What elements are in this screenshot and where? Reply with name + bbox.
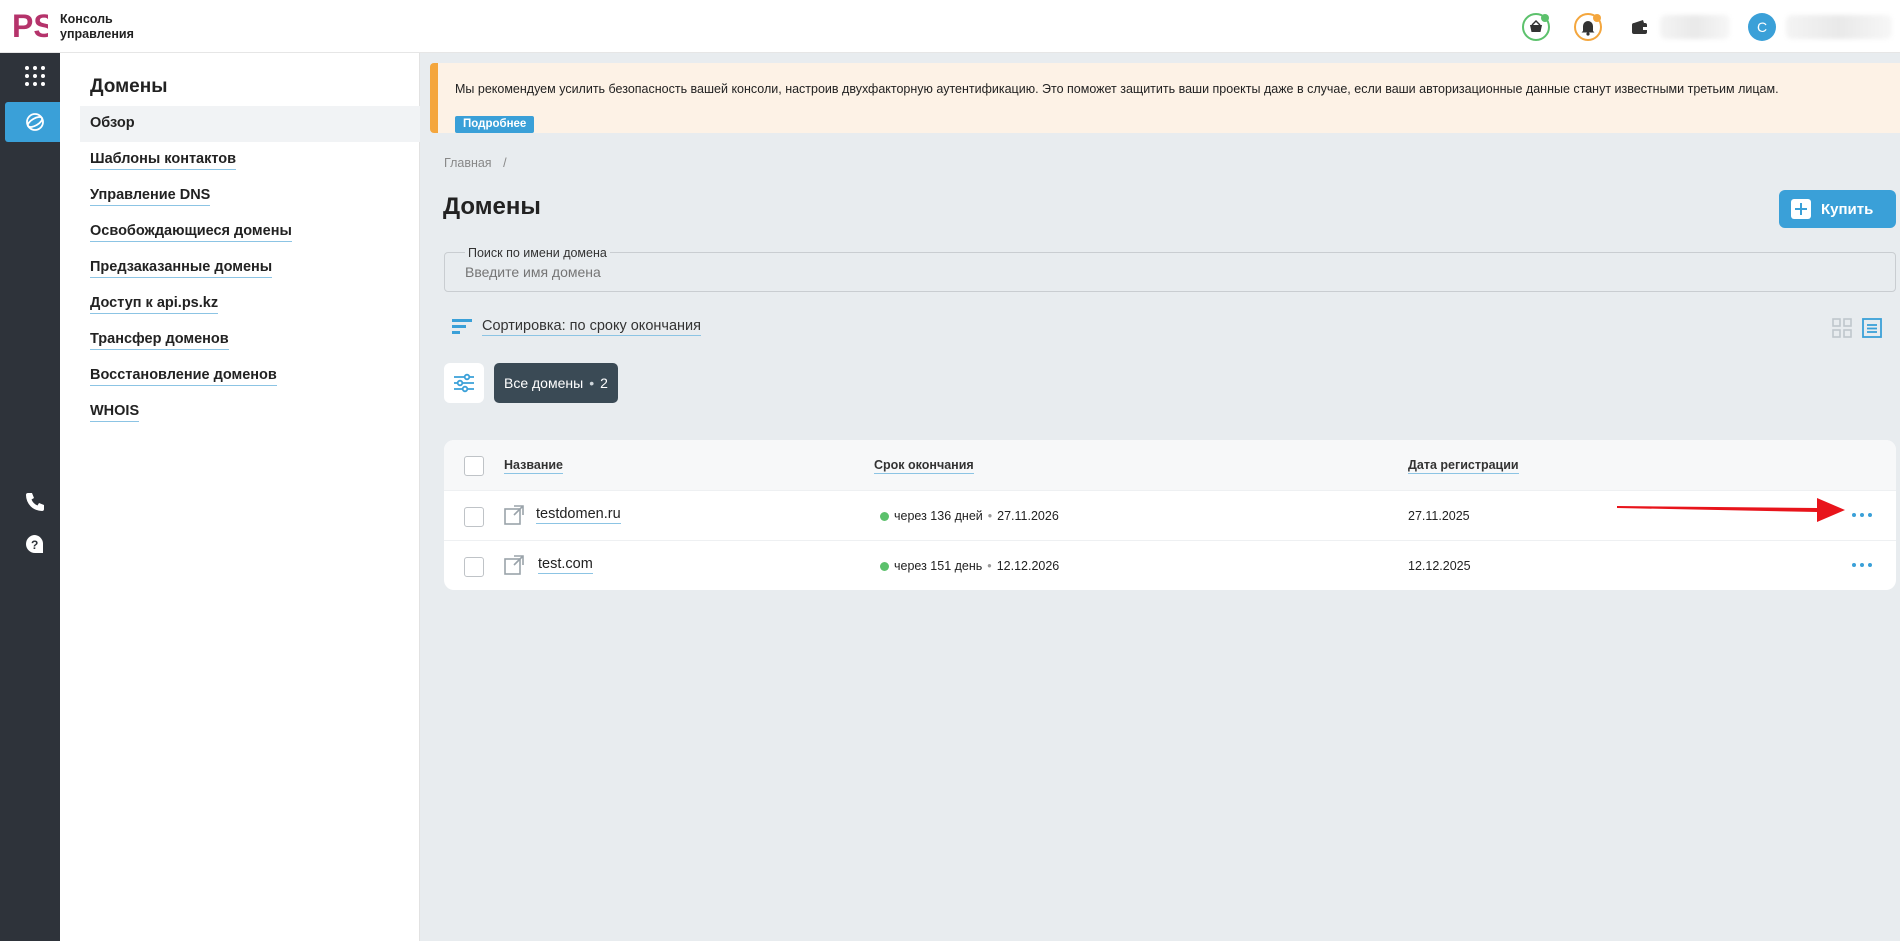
help-icon: ? (25, 535, 43, 553)
sidebar-item-label: Восстановление доменов (90, 367, 277, 386)
buy-button-label: Купить (1821, 200, 1874, 218)
expiry-cell: через 151 день • 12.12.2026 (880, 559, 1059, 573)
app-title-line2: управления (60, 27, 134, 41)
expiry-date: 12.12.2026 (996, 559, 1060, 573)
table-header: Название Срок окончания Дата регистрации (444, 440, 1896, 490)
sidebar-item-expiring[interactable]: Освобождающиеся домены (80, 214, 420, 250)
svg-text:?: ? (31, 538, 38, 552)
cart-status-dot (1541, 14, 1549, 22)
sidebar-item-label: Освобождающиеся домены (90, 223, 292, 242)
wallet-button[interactable] (1630, 18, 1650, 36)
ps-logo[interactable]: PS (12, 9, 48, 41)
breadcrumb-home[interactable]: Главная (444, 156, 492, 170)
breadcrumb: Главная / (444, 156, 507, 170)
app-title-line1: Консоль (60, 12, 113, 26)
sidebar-item-label: Предзаказанные домены (90, 259, 273, 278)
column-registered[interactable]: Дата регистрации (1408, 458, 1519, 474)
sidebar-item-overview[interactable]: Обзор (80, 106, 420, 142)
table-row[interactable]: test.com через 151 день • 12.12.2026 12.… (444, 540, 1896, 590)
banner-text: Мы рекомендуем усилить безопасность ваше… (455, 82, 1779, 96)
search-label: Поиск по имени домена (465, 247, 610, 259)
page-title: Домены (443, 193, 541, 220)
sort-control[interactable]: Сортировка: по сроку окончания (452, 317, 701, 337)
separator: • (987, 559, 992, 573)
search-input[interactable] (465, 264, 1865, 280)
external-link-icon[interactable] (504, 505, 524, 525)
registration-date: 12.12.2025 (1408, 559, 1471, 573)
sidebar-item-label: Доступ к api.ps.kz (90, 295, 219, 314)
domains-nav[interactable] (5, 102, 64, 142)
notification-dot (1593, 14, 1601, 22)
registration-date: 27.11.2025 (1408, 509, 1470, 523)
account-name-hidden[interactable] (1786, 15, 1892, 39)
avatar[interactable]: C (1748, 13, 1776, 41)
expires-in: через 151 день (894, 559, 983, 573)
search-field: Поиск по имени домена (444, 247, 1896, 292)
grid-view-toggle[interactable] (1832, 318, 1852, 338)
domain-name[interactable]: testdomen.ru (536, 505, 621, 524)
status-dot (880, 511, 889, 521)
grid-view-icon (1832, 318, 1852, 338)
sidebar-item-whois[interactable]: WHOIS (80, 394, 420, 430)
filter-sliders-icon (454, 373, 474, 393)
sidebar-item-preorder[interactable]: Предзаказанные домены (80, 250, 420, 286)
phone-button[interactable] (5, 482, 64, 522)
row-actions-button[interactable] (1852, 559, 1878, 571)
chip-separator: • (589, 375, 595, 391)
balance-hidden (1660, 15, 1730, 39)
sort-label: Сортировка: по сроку окончания (482, 318, 701, 336)
filter-button[interactable] (444, 363, 484, 403)
row-checkbox[interactable] (464, 507, 484, 527)
domain-name[interactable]: test.com (538, 555, 593, 574)
breadcrumb-separator: / (503, 156, 507, 170)
sidebar-title: Домены (90, 76, 168, 97)
plus-icon (1791, 199, 1811, 219)
notifications-button[interactable] (1574, 13, 1602, 41)
chip-count: 2 (600, 375, 608, 391)
sidebar-item-label: WHOIS (90, 403, 140, 422)
sidebar-item-label: Трансфер доменов (90, 331, 229, 350)
security-banner: Мы рекомендуем усилить безопасность ваше… (430, 63, 1900, 133)
all-domains-chip[interactable]: Все домены • 2 (494, 363, 618, 403)
expires-in: через 136 дней (894, 509, 983, 523)
sidebar-item-label: Обзор (90, 115, 135, 131)
apps-button[interactable] (5, 56, 64, 96)
top-bar: PS Консоль управления C (0, 0, 1900, 53)
expiry-date: 27.11.2026 (997, 509, 1059, 523)
phone-icon (25, 493, 44, 511)
left-rail: ? Ax (0, 53, 64, 941)
separator: • (987, 509, 993, 523)
domains-globe-icon (25, 113, 44, 131)
sidebar-item-transfer[interactable]: Трансфер доменов (80, 322, 420, 358)
svg-text:PS: PS (12, 9, 48, 41)
chip-label: Все домены (504, 375, 584, 391)
row-actions-button[interactable] (1852, 509, 1878, 521)
column-expiry[interactable]: Срок окончания (874, 458, 974, 474)
sidebar-item-restore[interactable]: Восстановление доменов (80, 358, 420, 394)
column-name[interactable]: Название (504, 458, 564, 474)
apps-grid-icon (24, 66, 45, 86)
wallet-icon (1632, 20, 1647, 34)
cart-button[interactable] (1522, 13, 1550, 41)
app-title: Консоль управления (60, 12, 134, 42)
list-view-icon (1862, 318, 1882, 338)
more-info-button[interactable]: Подробнее (455, 116, 535, 133)
sidebar-item-api[interactable]: Доступ к api.ps.kz (80, 286, 420, 322)
sidebar-item-contact-templates[interactable]: Шаблоны контактов (80, 142, 420, 178)
sidebar-item-label: Шаблоны контактов (90, 151, 237, 170)
status-dot (880, 561, 889, 571)
external-link-icon[interactable] (504, 555, 524, 575)
buy-button[interactable]: Купить (1779, 190, 1896, 228)
annotation-arrow (1617, 498, 1845, 522)
sort-icon (452, 319, 472, 334)
row-checkbox[interactable] (464, 557, 484, 577)
list-view-toggle[interactable] (1862, 318, 1882, 338)
sidebar: Домены Обзор Шаблоны контактов Управлени… (60, 53, 420, 941)
expiry-cell: через 136 дней • 27.11.2026 (880, 509, 1059, 523)
help-button[interactable]: ? (5, 525, 64, 565)
select-all-checkbox[interactable] (464, 456, 484, 476)
sidebar-item-dns[interactable]: Управление DNS (80, 178, 420, 214)
sidebar-item-label: Управление DNS (90, 187, 211, 206)
